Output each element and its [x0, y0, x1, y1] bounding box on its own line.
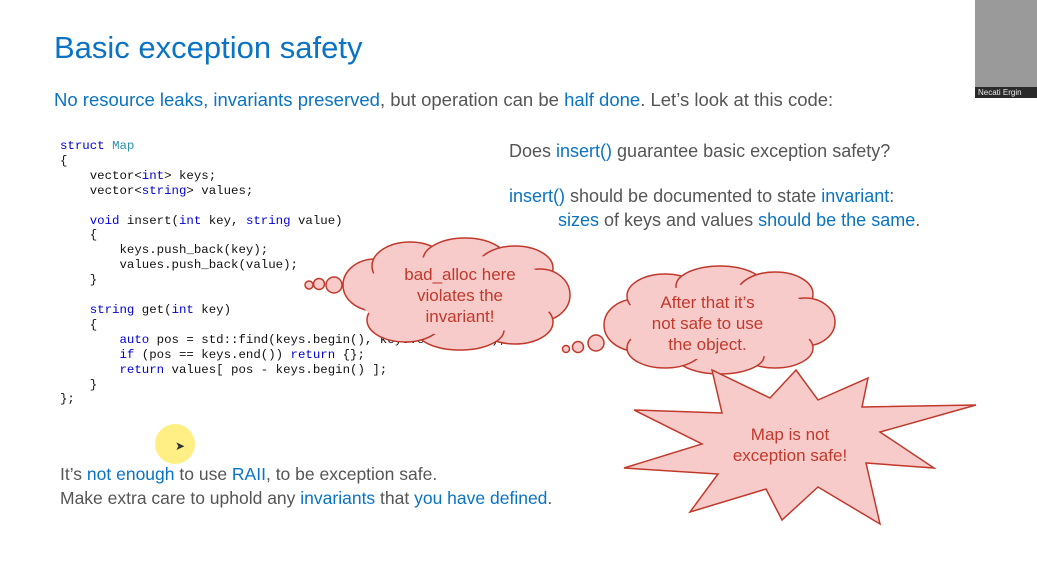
bubble1-tail-dot: [312, 277, 326, 291]
bubble2-tail-dot: [587, 334, 605, 352]
starburst-text: Map is not exception safe!: [710, 424, 870, 466]
bubble1-line: invariant!: [425, 307, 495, 326]
bubble1-line: violates the: [417, 286, 503, 305]
bottom-part: RAII: [231, 464, 266, 484]
bubble2-tail-dot: [561, 344, 571, 354]
bubble2-line: not safe to use: [651, 314, 764, 333]
bottom-part: .: [547, 488, 553, 508]
webcam-thumbnail: [975, 0, 1037, 98]
starburst-line: exception safe!: [732, 446, 848, 465]
bottom-part: , to be exception safe.: [265, 464, 438, 484]
bottom-part: that: [375, 488, 415, 508]
bottom-part: you have defined: [414, 488, 548, 508]
bubble1-tail-dot: [325, 276, 343, 294]
bottom-part: invariants: [300, 488, 376, 508]
bottom-part: Make extra care to uphold any: [60, 488, 301, 508]
bottom-part: to use: [174, 464, 232, 484]
bottom-part: It’s: [60, 464, 87, 484]
bubble2-text: After that it’s not safe to use the obje…: [630, 292, 785, 355]
bottom-line-2: Make extra care to uphold any invariants…: [60, 488, 552, 509]
bottom-line-1: It’s not enough to use RAII, to be excep…: [60, 464, 437, 485]
bottom-part: not enough: [86, 464, 175, 484]
starburst-line: Map is not: [750, 425, 830, 444]
bubble1-tail-dot: [304, 280, 314, 290]
bubble1-line: bad_alloc here: [404, 265, 516, 284]
bubble2-line: After that it’s: [660, 293, 755, 312]
bubble2-line: the object.: [668, 335, 747, 354]
bubble1-text: bad_alloc here violates the invariant!: [385, 264, 535, 327]
bubble2-tail-dot: [571, 340, 585, 354]
webcam-name-label: Necati Ergin: [975, 87, 1037, 98]
mouse-cursor-icon: ➤: [175, 439, 186, 453]
